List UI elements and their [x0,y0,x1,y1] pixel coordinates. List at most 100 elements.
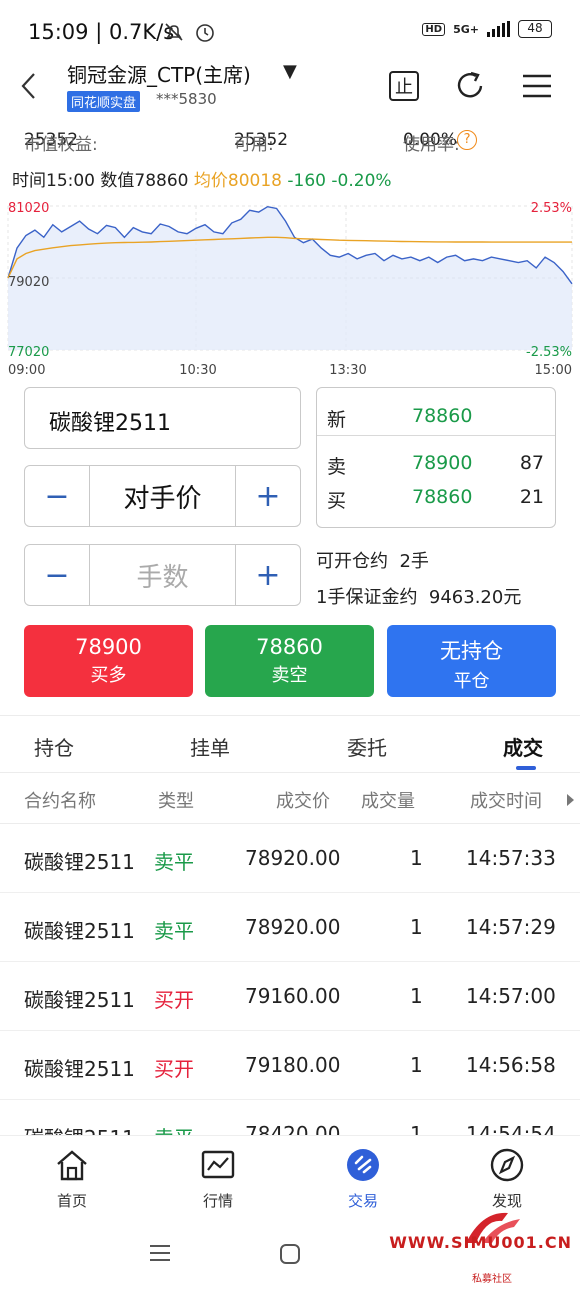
trade-time: 14:57:00 [466,984,556,1008]
col-time: 成交时间 [470,791,542,812]
col-price: 成交价 [276,791,330,812]
trade-qty: 1 [410,1053,423,1077]
bid-qty: 21 [519,486,544,508]
app-header: 铜冠金源_CTP(主席) ▼ 同花顺实盘 ***5830 止 [0,55,580,115]
nav-market-label: 行情 [202,1192,233,1210]
broker-tag: 同花顺实盘 [67,91,141,112]
quantity-stepper: − 手数 + [24,544,301,606]
nav-home[interactable]: 首页 [32,1148,112,1211]
chevron-left-icon [21,73,35,99]
scroll-right-icon[interactable] [566,793,576,807]
hd-icon: HD [422,22,446,36]
trade-type: 买开 [154,1057,194,1081]
openable-value: 2手 [399,551,429,572]
tab-indicator [516,766,536,770]
contract-selector[interactable]: 碳酸锂2511 [24,387,301,449]
account-dropdown-icon[interactable]: ▼ [283,61,297,82]
price-minus-button[interactable]: − [25,466,89,526]
trade-qty: 1 [410,984,423,1008]
alarm-icon [196,24,214,42]
y-tick-label: 79020 [8,275,49,290]
quote-line: 时间15:00 数值78860 均价80018 -160 -0.20% [12,171,392,191]
trade-type: 卖平 [154,919,194,943]
quote-value: 78860 [134,171,189,191]
nav-trade-label: 交易 [347,1192,378,1210]
nav-market[interactable]: 行情 [178,1148,258,1211]
usage-label: 使用率: [403,135,460,155]
buy-price: 78900 [75,635,142,659]
trade-contract: 碳酸锂2511 [24,919,135,943]
tab-divider [0,772,580,773]
buy-label: 买多 [90,665,127,686]
sell-label: 卖空 [271,665,308,686]
price-plus-button[interactable]: + [236,466,300,526]
quote-avg: 80018 [227,171,282,191]
bid-price: 78860 [412,486,473,508]
refresh-button[interactable] [453,69,487,103]
home-button-icon[interactable] [279,1243,301,1265]
help-icon[interactable]: ? [457,130,478,150]
quantity-input[interactable]: 手数 [89,545,236,605]
table-row[interactable]: 碳酸锂2511 卖平 78920.00 1 14:57:29 [0,893,580,962]
y-tick-label: 77020 [8,345,49,360]
close-position-button[interactable]: 无持仓 平仓 [387,625,556,697]
nav-discover[interactable]: 发现 [467,1148,547,1211]
back-button[interactable] [18,70,38,109]
trade-price: 78920.00 [245,915,341,939]
recent-apps-icon[interactable] [148,1243,172,1263]
trade-qty: 1 [410,846,423,870]
dnd-icon [165,23,183,41]
chart-icon [201,1150,235,1179]
section-divider [0,715,580,716]
close-label: 平仓 [453,671,490,692]
price-stepper: − 对手价 + [24,465,301,527]
x-tick-label: 10:30 [179,363,216,378]
sell-short-button[interactable]: 78860 卖空 [205,625,374,697]
qty-plus-button[interactable]: + [236,545,300,605]
menu-button[interactable] [520,69,554,103]
trade-contract: 碳酸锂2511 [24,988,135,1012]
intraday-chart[interactable]: 81020 79020 77020 2.53% -2.53% 09:00 10:30 13:3… [0,190,580,380]
home-icon [57,1150,87,1181]
watermark-text: WWW.SIMU001.CN [389,1233,572,1252]
quote-change-pct: -0.20% [331,171,392,191]
col-contract: 合约名称 [24,791,96,812]
trade-price: 78920.00 [245,846,341,870]
account-number: ***5830 [156,90,217,108]
close-title: 无持仓 [440,639,503,663]
table-row[interactable]: 碳酸锂2511 买开 79160.00 1 14:57:00 [0,962,580,1031]
openable-info: 可开仓约 2手 [316,551,429,572]
tab-orders[interactable]: 委托 [347,732,387,761]
watermark-subtext: 私募社区 [472,1274,512,1285]
buy-long-button[interactable]: 78900 买多 [24,625,193,697]
account-title[interactable]: 铜冠金源_CTP(主席) [67,59,251,88]
price-mode-field[interactable]: 对手价 [89,466,236,526]
qty-minus-button[interactable]: − [25,545,89,605]
trade-type: 卖平 [154,850,194,874]
tab-pending[interactable]: 挂单 [190,732,230,761]
trade-icon [347,1149,379,1181]
table-row[interactable]: 碳酸锂2511 买开 79180.00 1 14:56:58 [0,1031,580,1100]
stop-loss-button[interactable]: 止 [387,69,421,103]
tab-trades[interactable]: 成交 [503,732,543,761]
table-row[interactable]: 碳酸锂2511 卖平 78920.00 1 14:57:33 [0,824,580,893]
nav-trade[interactable]: 交易 [323,1148,403,1211]
tab-positions[interactable]: 持仓 [34,732,74,761]
available-label: 可用: [234,135,274,155]
y-tick-label-right: -2.53% [526,345,572,360]
trade-time: 14:57:33 [466,846,556,870]
status-time: 15:09 | 0.7K/s [28,20,175,44]
y-tick-label-right: 2.53% [531,201,572,216]
trade-price: 79160.00 [245,984,341,1008]
menu-icon [523,74,551,98]
equity-label: 市值权益: [24,135,98,155]
status-bar: 15:09 | 0.7K/s HD 5G+ 48 [0,0,580,60]
trade-time: 14:56:58 [466,1053,556,1077]
trade-contract: 碳酸锂2511 [24,850,135,874]
divider [317,435,555,436]
col-qty: 成交量 [361,791,415,812]
nav-home-label: 首页 [56,1192,87,1210]
network-type: 5G+ [453,22,479,36]
ask-qty: 87 [519,452,544,474]
refresh-icon [457,71,483,98]
